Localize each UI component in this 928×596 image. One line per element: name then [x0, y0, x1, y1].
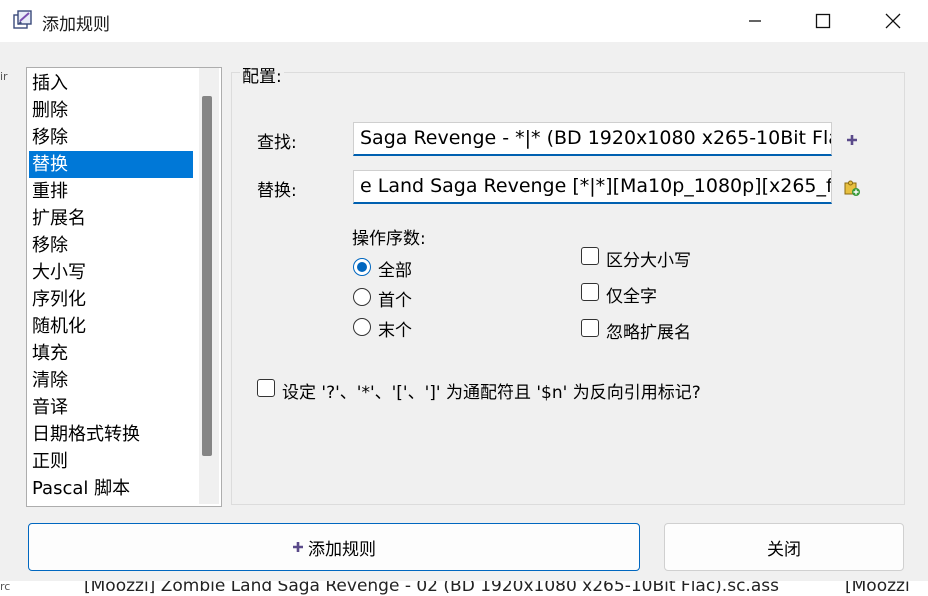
radio-first-label: 首个: [378, 291, 412, 311]
maximize-button[interactable]: [800, 0, 846, 42]
background-file-name-right: [Moozzi: [845, 581, 910, 596]
find-label: 查找:: [257, 133, 297, 153]
insert-meta-tag-button-find[interactable]: [842, 130, 862, 150]
plus-icon: [292, 541, 304, 553]
rule-item-extension[interactable]: 扩展名: [29, 205, 193, 232]
maximize-icon: [815, 13, 831, 29]
rule-item-rearrange[interactable]: 重排: [29, 178, 193, 205]
occurrence-label: 操作序数:: [352, 229, 426, 249]
rule-type-list[interactable]: 插入 删除 移除 替换 重排 扩展名 移除 大小写 序列化 随机化 填充 清除 …: [26, 67, 222, 507]
radio-all-label: 全部: [378, 261, 412, 281]
rule-item-translit[interactable]: 音译: [29, 394, 193, 421]
minimize-icon: [749, 20, 761, 22]
skip-extension-label: 忽略扩展名: [606, 323, 691, 343]
rule-item-randomize[interactable]: 随机化: [29, 313, 193, 340]
add-rule-button[interactable]: 添加规则: [28, 523, 640, 571]
close-button[interactable]: 关闭: [664, 523, 904, 571]
close-window-button[interactable]: [870, 0, 916, 42]
case-sensitive-checkbox[interactable]: [581, 247, 599, 265]
rule-item-remove[interactable]: 移除: [29, 124, 193, 151]
replace-input[interactable]: e Land Saga Revenge [*|*][Ma10p_1080p][x…: [353, 170, 832, 204]
rule-item-insert[interactable]: 插入: [29, 70, 193, 97]
wildcards-checkbox[interactable]: [257, 379, 275, 397]
background-file-name: [Moozzi] Zombie Land Saga Revenge - 02 (…: [84, 581, 779, 596]
skip-extension-checkbox[interactable]: [581, 319, 599, 337]
radio-last[interactable]: [353, 318, 371, 336]
wildcards-label: 设定 '?'、'*'、'['、']' 为通配符且 '$n' 为反向引用标记?: [282, 383, 701, 403]
case-sensitive-label: 区分大小写: [606, 251, 691, 271]
window-title: 添加规则: [42, 15, 110, 35]
rule-item-clean[interactable]: 清除: [29, 367, 193, 394]
config-legend: 配置:: [240, 62, 284, 87]
minimize-button[interactable]: [732, 0, 778, 42]
title-bar: 添加规则: [0, 0, 928, 42]
rule-item-delete[interactable]: 删除: [29, 97, 193, 124]
background-edge-text-top: ir: [0, 70, 8, 83]
radio-first[interactable]: [353, 288, 371, 306]
rule-item-case[interactable]: 大小写: [29, 259, 193, 286]
rule-item-strip[interactable]: 移除: [29, 232, 193, 259]
insert-meta-tag-button-replace[interactable]: [842, 178, 862, 198]
background-file-row: [Moozzi] Zombie Land Saga Revenge - 02 (…: [0, 581, 928, 596]
app-icon: [12, 9, 34, 31]
list-scrollbar-thumb[interactable]: [202, 96, 212, 456]
rule-item-padding[interactable]: 填充: [29, 340, 193, 367]
close-icon: [885, 13, 901, 29]
rule-item-regex[interactable]: 正则: [29, 448, 193, 475]
rule-item-replace[interactable]: 替换: [29, 151, 193, 178]
radio-last-label: 末个: [378, 321, 412, 341]
plus-icon: [847, 135, 857, 145]
radio-all[interactable]: [353, 258, 371, 276]
whole-words-checkbox[interactable]: [581, 283, 599, 301]
whole-words-label: 仅全字: [606, 287, 657, 307]
rule-item-pascal-script[interactable]: Pascal 脚本: [29, 475, 193, 502]
puzzle-add-icon: [844, 180, 860, 196]
rule-item-reformat-date[interactable]: 日期格式转换: [29, 421, 193, 448]
replace-label: 替换:: [257, 181, 297, 201]
add-rule-button-label: 添加规则: [308, 539, 376, 560]
add-rule-dialog: 添加规则 插入 删除 移除 替换 重排 扩展名 移除 大小写 序列化 随机化 填…: [0, 0, 928, 596]
background-edge-text-bottom: rc: [0, 580, 11, 593]
close-button-label: 关闭: [767, 539, 801, 560]
rule-item-serialize[interactable]: 序列化: [29, 286, 193, 313]
find-input[interactable]: Saga Revenge - *|* (BD 1920x1080 x265-10…: [353, 122, 832, 156]
